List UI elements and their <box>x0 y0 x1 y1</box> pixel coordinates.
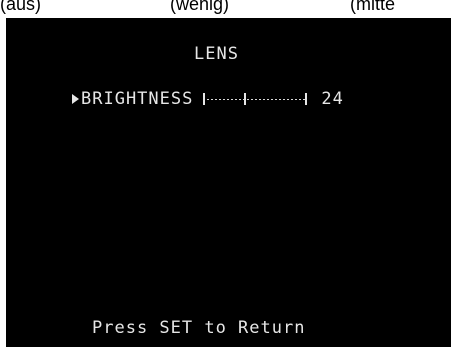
slider-thumb[interactable] <box>244 93 247 105</box>
caption-mitte: (mitte <box>350 0 395 14</box>
cursor-icon <box>72 94 79 104</box>
slider-right-end <box>305 93 308 105</box>
osd-screen: LENS BRIGHTNESS 24 Press SET to Return <box>6 18 451 347</box>
brightness-value: 24 <box>321 89 344 109</box>
caption-wenig: (wenig) <box>170 0 230 14</box>
slider-left-end <box>203 93 206 105</box>
menu-title: LENS <box>194 44 239 64</box>
slider-track <box>203 99 308 100</box>
menu-item-brightness[interactable]: BRIGHTNESS 24 <box>72 88 344 110</box>
brightness-slider[interactable] <box>203 93 308 105</box>
caption-aus: (aus) <box>0 0 42 14</box>
footer-hint: Press SET to Return <box>92 318 306 338</box>
caption-strip: (aus) (wenig) (mitte <box>0 0 457 18</box>
brightness-label: BRIGHTNESS <box>81 89 194 109</box>
